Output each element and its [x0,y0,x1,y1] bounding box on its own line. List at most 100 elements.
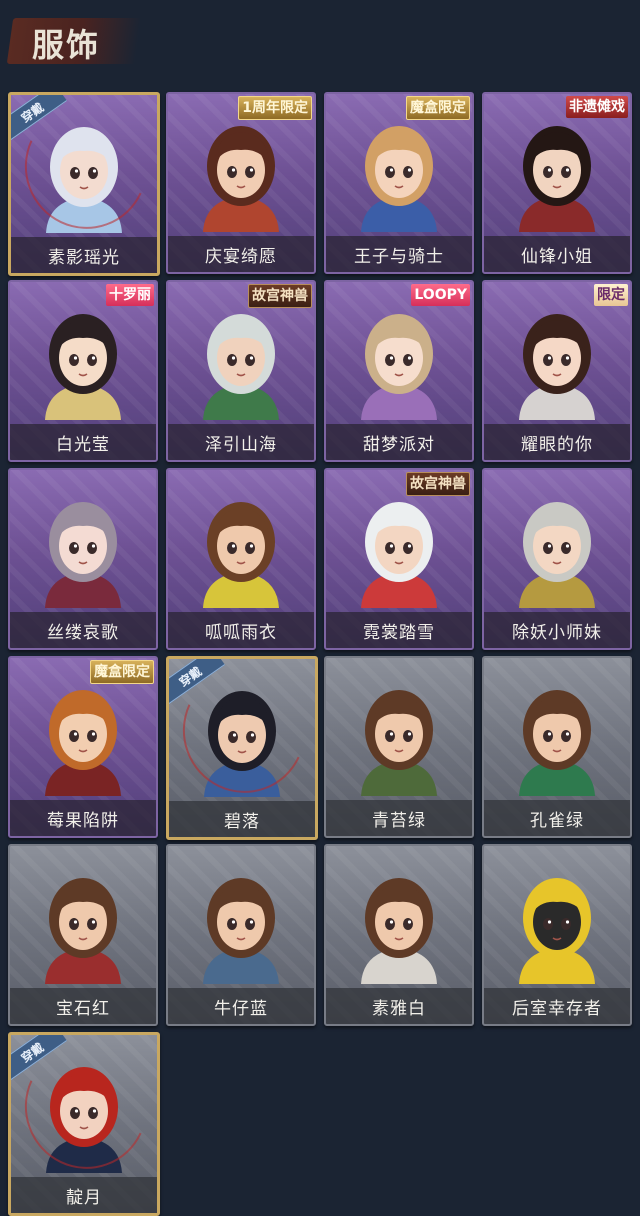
outfit-card[interactable]: 魔盒限定 莓果陷阱 [8,656,158,838]
outfit-card[interactable]: 魔盒限定王子与骑士 [324,92,474,274]
outfit-name: 耀眼的你 [521,434,593,455]
portrait-left-eye-shine [547,168,552,172]
outfit-name: 后室幸存者 [512,998,602,1019]
outfit-card[interactable]: 穿戴 靛月 [8,1032,160,1216]
character-portrait [519,502,595,608]
character-portrait [203,878,279,984]
portrait-right-eye [403,166,413,178]
outfit-card[interactable]: 穿戴 碧落 [166,656,318,840]
outfit-card[interactable]: 十罗丽白光莹 [8,280,158,462]
character-portrait [361,126,437,232]
character-portrait [203,126,279,232]
outfit-name: 孔雀绿 [530,810,584,831]
portrait-left-eye [385,730,395,742]
portrait-left-eye [385,542,395,554]
outfit-name: 丝缕哀歌 [47,622,119,643]
outfit-name-bar: 靛月 [11,1177,157,1213]
portrait-left-eye [69,354,79,366]
character-portrait [203,502,279,608]
outfit-name: 碧落 [224,811,260,832]
limited-badge: 故宫神兽 [406,472,470,496]
outfit-name-bar: 碧落 [169,801,315,837]
outfit-name-bar: 丝缕哀歌 [10,612,156,648]
portrait-right-eye [245,542,255,554]
outfit-card[interactable]: 呱呱雨衣 [166,468,316,650]
portrait-right-eye-shine [565,544,570,548]
limited-badge: 非遗傩戏 [566,96,628,118]
outfit-grid: 穿戴 素影瑶光 1周年限定 庆宴绮愿 魔盒限定 王子与骑士 非遗傩戏 仙锋小姐 十罗丽 白光莹 故宫… [0,0,640,1216]
portrait-right-eye-shine [91,544,96,548]
outfit-card[interactable]: 青苔绿 [324,656,474,838]
outfit-name-bar: 呱呱雨衣 [168,612,314,648]
portrait-right-eye-shine [407,356,412,360]
character-portrait [519,314,595,420]
outfit-name: 素雅白 [372,998,426,1019]
portrait-left-eye [227,166,237,178]
outfit-name: 宝石红 [56,998,110,1019]
outfit-name-bar: 泽引山海 [168,424,314,460]
portrait-left-eye [69,918,79,930]
portrait-right-eye-shine [91,732,96,736]
character-portrait [45,878,121,984]
outfit-name-bar: 后室幸存者 [484,988,630,1024]
outfit-card[interactable]: 限定 耀眼的你 [482,280,632,462]
portrait-left-eye-shine [231,920,236,924]
outfit-card[interactable]: 故宫神兽 泽引山海 [166,280,316,462]
outfit-name: 除妖小师妹 [512,622,602,643]
outfit-card[interactable]: 孔雀绿 [482,656,632,838]
outfit-name-bar: 青苔绿 [326,800,472,836]
outfit-card[interactable]: 素雅白 [324,844,474,1026]
portrait-left-eye-shine [547,732,552,736]
portrait-right-eye [245,354,255,366]
portrait-right-eye-shine [249,544,254,548]
portrait-left-eye [385,166,395,178]
portrait-right-eye [561,354,571,366]
portrait-left-eye [543,918,553,930]
outfit-name-bar: 孔雀绿 [484,800,630,836]
outfit-card[interactable]: 1周年限定 庆宴绮愿 [166,92,316,274]
character-portrait [519,126,595,232]
portrait-right-eye [87,542,97,554]
outfit-card[interactable]: 故宫神兽霓裳踏雪 [324,468,474,650]
outfit-name-bar: 莓果陷阱 [10,800,156,836]
outfit-card[interactable]: 穿戴 素影瑶光 [8,92,160,276]
outfit-card[interactable]: LOOPY 甜梦派对 [324,280,474,462]
outfit-card[interactable]: 除妖小师妹 [482,468,632,650]
outfit-name: 素影瑶光 [48,247,120,268]
portrait-right-eye-shine [91,920,96,924]
outfit-card[interactable]: 牛仔蓝 [166,844,316,1026]
outfit-name-bar: 王子与骑士 [326,236,472,272]
portrait-right-eye-shine [249,920,254,924]
character-portrait [45,502,121,608]
outfit-name-bar: 霓裳踏雪 [326,612,472,648]
portrait-left-eye [543,354,553,366]
portrait-left-eye-shine [389,732,394,736]
portrait-left-eye [69,542,79,554]
portrait-right-eye [403,354,413,366]
portrait-left-eye [385,354,395,366]
portrait-right-eye-shine [249,168,254,172]
portrait-right-eye [87,730,97,742]
outfit-name: 牛仔蓝 [214,998,268,1019]
portrait-left-eye [69,730,79,742]
outfit-name-bar: 耀眼的你 [484,424,630,460]
portrait-right-eye [561,542,571,554]
character-portrait [203,314,279,420]
outfit-card[interactable]: 非遗傩戏 仙锋小姐 [482,92,632,274]
portrait-left-eye [543,730,553,742]
portrait-right-eye-shine [249,356,254,360]
outfit-name: 呱呱雨衣 [205,622,277,643]
outfit-card[interactable]: 后室幸存者 [482,844,632,1026]
outfit-name: 庆宴绮愿 [205,246,277,267]
portrait-right-eye-shine [407,544,412,548]
outfit-name-bar: 白光莹 [10,424,156,460]
portrait-right-eye-shine [565,920,570,924]
character-portrait [361,690,437,796]
outfit-card[interactable]: 宝石红 [8,844,158,1026]
portrait-left-eye [543,542,553,554]
outfit-card[interactable]: 丝缕哀歌 [8,468,158,650]
outfit-name: 甜梦派对 [363,434,435,455]
outfit-name: 王子与骑士 [354,246,444,267]
limited-badge: 十罗丽 [106,284,154,306]
limited-badge: 魔盒限定 [406,96,470,120]
